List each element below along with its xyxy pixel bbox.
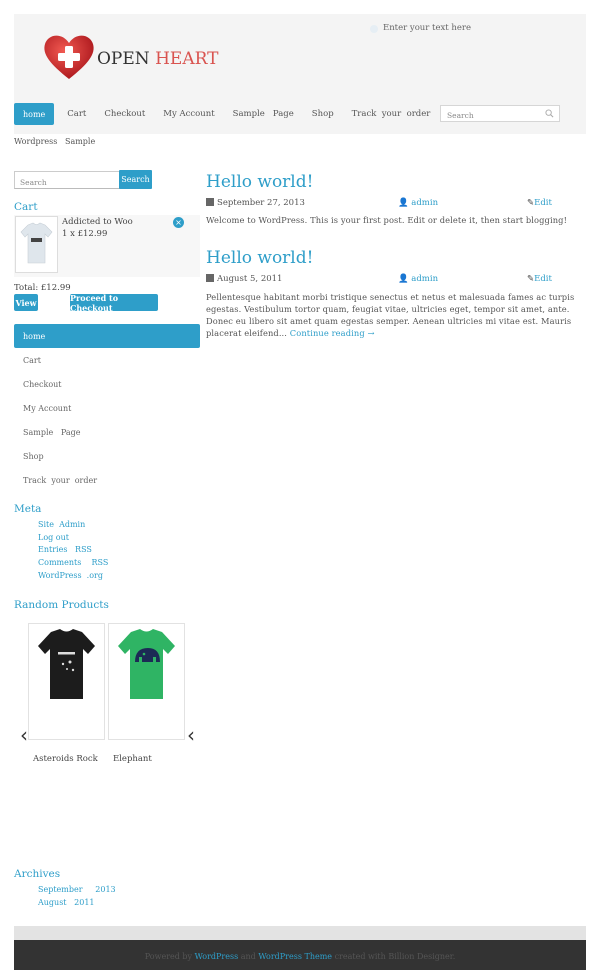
cart-item: Addicted to Woo 1 x £12.99 × xyxy=(14,215,200,277)
post-date: September 27, 2013 xyxy=(206,198,305,208)
tshirt-black-icon xyxy=(38,629,95,699)
sidebar-item-shop[interactable]: Shop xyxy=(14,444,200,468)
cart-item-name[interactable]: Addicted to Woo xyxy=(62,217,133,227)
logo-word-open: OPEN xyxy=(97,49,150,69)
breadcrumb[interactable]: Wordpress Sample xyxy=(14,137,95,146)
cart-item-thumbnail[interactable] xyxy=(15,216,58,273)
product-card-elephant[interactable] xyxy=(108,623,185,740)
post-edit[interactable]: ✎Edit xyxy=(527,274,552,284)
sidebar-item-my-account[interactable]: My Account xyxy=(14,396,200,420)
nav-item-track-order[interactable]: Track your order xyxy=(343,103,440,125)
post-excerpt-text: Pellentesque habitant morbi tristique se… xyxy=(206,292,575,338)
archive-link-aug-2011[interactable]: August 2011 xyxy=(38,898,95,907)
tshirt-icon xyxy=(20,222,53,264)
footer-link-theme[interactable]: WordPress Theme xyxy=(258,952,332,961)
footer-prefix: Powered by xyxy=(144,952,193,961)
sidebar-item-checkout[interactable]: Checkout xyxy=(14,372,200,396)
nav-item-sample-page[interactable]: Sample Page xyxy=(224,103,303,125)
heart-cross-icon xyxy=(44,35,94,79)
post-edit[interactable]: ✎Edit xyxy=(527,198,552,208)
calendar-icon xyxy=(206,274,214,282)
post-author-link[interactable]: admin xyxy=(411,198,438,208)
cart-item-qty: 1 x £12.99 xyxy=(62,229,108,239)
product-card-asteroids-rock[interactable] xyxy=(28,623,105,740)
post-author-link[interactable]: admin xyxy=(411,274,438,284)
sidebar-item-cart[interactable]: Cart xyxy=(14,348,200,372)
nav-item-checkout[interactable]: Checkout xyxy=(95,103,154,125)
user-icon: 👤 xyxy=(398,274,409,284)
random-products-title: Random Products xyxy=(14,599,109,611)
view-cart-button[interactable]: View xyxy=(14,294,38,311)
cart-widget-title: Cart xyxy=(14,201,38,213)
continue-reading-link[interactable]: Continue reading → xyxy=(290,328,375,338)
logo-wordmark: OPEN HEART xyxy=(97,49,218,69)
meta-link-log-out[interactable]: Log out xyxy=(38,533,69,542)
sidebar-search-button[interactable]: Search xyxy=(119,170,152,189)
nav-item-my-account[interactable]: My Account xyxy=(154,103,223,125)
archive-link-sep-2013[interactable]: September 2013 xyxy=(38,885,116,894)
site-footer: Powered by WordPress and WordPress Theme… xyxy=(14,940,586,970)
sidebar-item-track-order[interactable]: Track your order xyxy=(14,468,200,492)
footer-divider xyxy=(14,926,586,940)
post-title[interactable]: Hello world! xyxy=(206,172,313,192)
top-search-placeholder: Enter your text here xyxy=(383,23,472,33)
post-excerpt: Pellentesque habitant morbi tristique se… xyxy=(206,291,586,339)
footer-suffix: created with Billion Designer. xyxy=(334,952,456,961)
post-author[interactable]: 👤 admin xyxy=(398,274,438,284)
post-edit-link[interactable]: Edit xyxy=(534,198,552,208)
nav-item-shop[interactable]: Shop xyxy=(303,103,343,125)
footer-link-wordpress[interactable]: WordPress xyxy=(195,952,239,961)
tshirt-green-icon xyxy=(118,629,175,699)
nav-item-home[interactable]: home xyxy=(14,103,55,125)
post-date: August 5, 2011 xyxy=(206,274,282,284)
meta-link-wordpress-org[interactable]: WordPress .org xyxy=(38,571,103,580)
post-title[interactable]: Hello world! xyxy=(206,248,313,268)
user-icon: 👤 xyxy=(398,198,409,208)
checkout-button[interactable]: Proceed to Checkout xyxy=(70,293,158,313)
post-excerpt: Welcome to WordPress. This is your first… xyxy=(206,215,568,225)
post-edit-link[interactable]: Edit xyxy=(534,274,552,284)
sidebar-search-input[interactable]: Search xyxy=(14,171,120,189)
search-icon[interactable] xyxy=(545,109,554,118)
calendar-icon xyxy=(206,198,214,206)
remove-item-icon[interactable]: × xyxy=(173,217,184,228)
main-nav: home Cart Checkout My Account Sample Pag… xyxy=(14,102,439,126)
archives-title: Archives xyxy=(14,868,61,880)
product-name-asteroids-rock[interactable]: Asteroids Rock xyxy=(33,754,98,764)
top-search[interactable]: Enter your text here xyxy=(370,22,490,36)
carousel-prev-arrow-icon[interactable]: ‹ xyxy=(20,723,28,747)
nav-search-input[interactable]: Search xyxy=(440,105,560,122)
logo-word-heart: HEART xyxy=(155,49,219,69)
meta-widget-title: Meta xyxy=(14,503,42,515)
post-date-text: September 27, 2013 xyxy=(217,198,305,208)
search-dot-icon xyxy=(370,25,378,33)
site-logo[interactable]: OPEN HEART xyxy=(42,32,232,82)
post-author[interactable]: 👤 admin xyxy=(398,198,438,208)
product-name-elephant[interactable]: Elephant xyxy=(113,754,152,764)
meta-link-comments-rss[interactable]: Comments RSS xyxy=(38,558,108,567)
nav-search-placeholder: Search xyxy=(447,111,474,120)
footer-and: and xyxy=(240,952,256,961)
meta-link-entries-rss[interactable]: Entries RSS xyxy=(38,545,92,554)
sidebar-search-placeholder: Search xyxy=(20,178,47,187)
meta-link-site-admin[interactable]: Site Admin xyxy=(38,520,85,529)
sidebar-item-home[interactable]: home xyxy=(14,324,200,348)
cart-total: Total: £12.99 xyxy=(14,283,71,293)
post-date-text: August 5, 2011 xyxy=(217,274,283,284)
nav-item-cart[interactable]: Cart xyxy=(58,103,95,125)
sidebar-item-sample-page[interactable]: Sample Page xyxy=(14,420,200,444)
carousel-next-arrow-icon[interactable]: ‹ xyxy=(187,723,195,747)
